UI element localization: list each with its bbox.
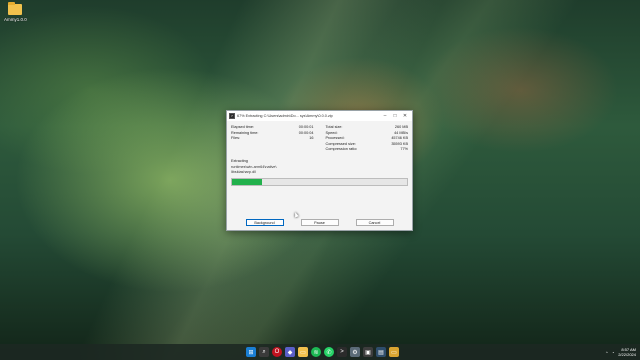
dialog-buttons: Background Pause Cancel (227, 219, 412, 226)
right-stats: Total size: 260 MB Speed: 44 MB/s Proces… (326, 125, 409, 153)
clock[interactable]: 8:57 AM 2/22/2024 (618, 347, 636, 357)
whatsapp-icon[interactable]: ✆ (324, 347, 334, 357)
stat-value: 77% (400, 147, 408, 152)
stats-grid: Elapsed time: 00:00:01 Remaining time: 0… (227, 121, 412, 153)
cancel-button[interactable]: Cancel (355, 219, 394, 226)
progress-bar (231, 178, 408, 187)
stat-compression-ratio: Compression ratio: 77% (326, 147, 409, 153)
extracting-label: Extracting (231, 158, 248, 163)
opera-browser-icon[interactable]: O (272, 347, 282, 357)
extraction-dialog: 7 67% Extracting C:\Users\admin\Do... sy… (226, 110, 413, 231)
close-button[interactable]: ✕ (400, 111, 410, 121)
settings-icon[interactable]: ⚙ (350, 347, 360, 357)
taskbar: ⊞ ⌕ O ◆ ▭ ≋ ✆ > ⚙ ▣ ▤ ▭ ^ ◔ 8:57 AM 2/22… (0, 344, 640, 360)
desktop-icon-label: Ammy1.0.0 (4, 17, 27, 22)
network-icon[interactable]: ◔ (612, 350, 614, 355)
chat-icon[interactable]: ◆ (285, 347, 295, 357)
tray-chevron-icon[interactable]: ^ (606, 350, 608, 355)
maximize-button[interactable]: □ (390, 111, 400, 121)
current-file-section: Extracting runtimes\win-arm64\native\ li… (227, 159, 412, 174)
windows-start-icon[interactable]: ⊞ (246, 347, 256, 357)
taskbar-apps: ⊞ ⌕ O ◆ ▭ ≋ ✆ > ⚙ ▣ ▤ ▭ (246, 344, 399, 360)
progress-fill (232, 179, 262, 186)
stat-files: Files: 16 (231, 136, 314, 142)
system-tray: ^ ◔ 8:57 AM 2/22/2024 (606, 344, 636, 360)
desktop-folder-ammy[interactable]: Ammy1.0.0 (4, 2, 27, 22)
terminal-icon[interactable]: > (337, 347, 347, 357)
spotify-icon[interactable]: ≋ (311, 347, 321, 357)
search-icon[interactable]: ⌕ (259, 347, 269, 357)
current-path: runtimes\win-arm64\native\ libskiasharp.… (231, 165, 408, 174)
pause-button[interactable]: Pause (300, 219, 339, 226)
minimize-button[interactable]: – (380, 111, 390, 121)
explorer-icon[interactable]: ▭ (389, 347, 399, 357)
stat-label: Compression ratio: (325, 147, 358, 152)
7-zip-icon: 7 (229, 113, 235, 119)
app-icon[interactable]: ▣ (363, 347, 373, 357)
clock-date: 2/22/2024 (618, 352, 636, 357)
stat-label: Files: (231, 136, 241, 141)
stat-value: 16 (309, 136, 314, 141)
file-explorer-icon[interactable]: ▭ (298, 347, 308, 357)
folder-icon (8, 2, 22, 15)
background-button[interactable]: Background (245, 219, 284, 226)
current-path-line2: libskiasharp.dll (231, 169, 256, 174)
dialog-title: 67% Extracting C:\Users\admin\Do... sys\… (237, 114, 333, 118)
vm-icon[interactable]: ▤ (376, 347, 386, 357)
dialog-titlebar[interactable]: 7 67% Extracting C:\Users\admin\Do... sy… (227, 111, 412, 121)
left-stats: Elapsed time: 00:00:01 Remaining time: 0… (231, 125, 314, 153)
